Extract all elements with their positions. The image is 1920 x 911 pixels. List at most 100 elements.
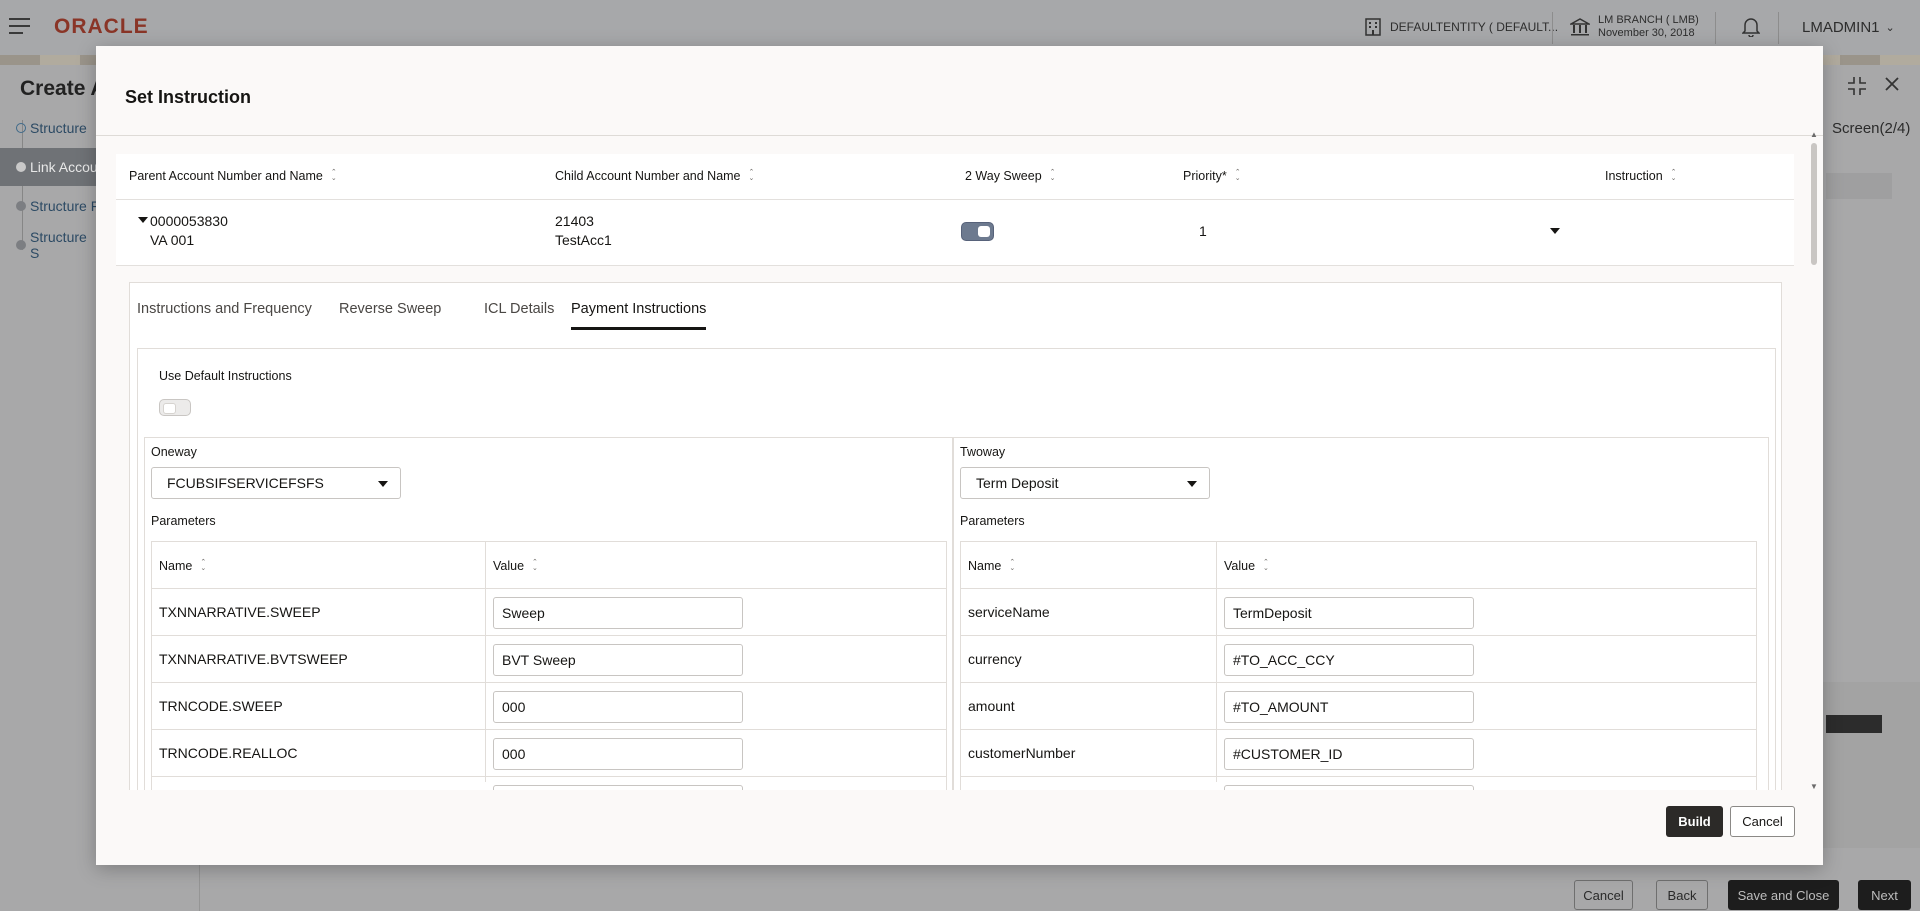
sort-icon[interactable]: ⌃ ⌄ [1009, 559, 1015, 572]
table-row: TXNNARRATIVE.BVTSWEEP BVT Sweep [152, 636, 946, 683]
param-value-input[interactable]: #TO_AMOUNT [1224, 691, 1474, 723]
param-value-input[interactable]: 000 [493, 691, 743, 723]
param-name: amount [968, 698, 1015, 714]
sort-icon[interactable]: ⌃ ⌄ [1671, 169, 1677, 182]
scroll-down-icon[interactable]: ▼ [1810, 782, 1818, 791]
table-row: TRNCODE.REALLOC 000 [152, 730, 946, 777]
build-button[interactable]: Build [1666, 806, 1723, 837]
oneway-parameters-label: Parameters [151, 514, 216, 528]
user-name: LMADMIN1 [1802, 19, 1880, 36]
tab-bar: Instructions and Frequency Reverse Sweep… [130, 283, 1783, 337]
column-header-two-way-sweep[interactable]: 2 Way Sweep ⌃ ⌄ [965, 169, 1056, 183]
next-button[interactable]: Next [1858, 880, 1911, 910]
screen-indicator: Screen(2/4) [1832, 120, 1911, 137]
current-step-dot [16, 162, 26, 172]
bank-icon [1570, 18, 1590, 36]
building-icon [1365, 18, 1381, 36]
table-row: currency #TO_ACC_CCY [961, 636, 1756, 683]
grid-header: Parent Account Number and Name ⌃ ⌄ Child A… [116, 154, 1794, 200]
column-header-parent[interactable]: Parent Account Number and Name ⌃ ⌄ [129, 169, 337, 183]
param-value-input[interactable]: 000 [493, 738, 743, 770]
nav-item-structure-s[interactable]: Structure S [0, 226, 100, 264]
dialog-scrollbar[interactable]: ▲ ▼ [1809, 126, 1819, 796]
step-dot [16, 240, 26, 250]
nav-item-link-account[interactable]: Link Accou [0, 148, 100, 186]
oneway-select[interactable]: FCUBSIFSERVICEFSFS [151, 467, 401, 499]
param-value-input[interactable]: TermDeposit [1224, 597, 1474, 629]
table-row: amount #TO_AMOUNT [961, 683, 1756, 730]
tab-payment-instructions[interactable]: Payment Instructions [571, 301, 707, 330]
param-value-input[interactable]: Sweep [493, 597, 743, 629]
table-row [152, 777, 946, 790]
check-circle-icon [16, 123, 26, 133]
sort-icon[interactable]: ⌃ ⌄ [532, 559, 538, 572]
collapse-icon[interactable] [1847, 76, 1867, 96]
table-header: Name ⌃ ⌄ Value ⌃ ⌄ [961, 542, 1756, 589]
column-header-child[interactable]: Child Account Number and Name ⌃ ⌄ [555, 169, 754, 183]
branch-selector[interactable]: LM BRANCH ( LMB) November 30, 2018 [1570, 14, 1699, 40]
sort-icon[interactable]: ⌃ ⌄ [1235, 169, 1241, 182]
scroll-up-icon[interactable]: ▲ [1810, 130, 1818, 139]
menu-icon[interactable] [9, 18, 30, 34]
payment-instructions-content: Use Default Instructions Oneway FCUBSIFS… [137, 348, 1776, 790]
cancel-button[interactable]: Cancel [1730, 806, 1795, 837]
param-value-input[interactable] [1224, 785, 1474, 790]
nav-item-structure-f[interactable]: Structure F [0, 187, 100, 225]
dialog-footer: Build Cancel [96, 798, 1823, 865]
param-name: TXNNARRATIVE.BVTSWEEP [159, 651, 348, 667]
entity-selector[interactable]: DEFAULTENTITY ( DEFAULT... [1365, 18, 1558, 36]
priority-dropdown-icon[interactable] [1550, 228, 1560, 234]
param-value-input[interactable]: #TO_ACC_CCY [1224, 644, 1474, 676]
dialog-header: Set Instruction [96, 46, 1823, 136]
tab-icl-details[interactable]: ICL Details [484, 301, 554, 327]
save-and-close-button[interactable]: Save and Close [1728, 880, 1839, 910]
param-value-input[interactable]: #CUSTOMER_ID [1224, 738, 1474, 770]
nav-item-structure[interactable]: Structure [0, 109, 100, 147]
oracle-logo: ORACLE [54, 15, 149, 38]
set-instruction-dialog: Set Instruction ▲ ▼ Parent Account Numbe… [96, 46, 1823, 865]
back-button[interactable]: Back [1656, 880, 1708, 910]
twoway-select[interactable]: Term Deposit [960, 467, 1210, 499]
use-default-label: Use Default Instructions [159, 369, 292, 383]
sort-icon[interactable]: ⌃ ⌄ [1050, 169, 1056, 182]
divider [1715, 12, 1716, 44]
chevron-down-icon [1187, 481, 1197, 487]
sort-icon[interactable]: ⌃ ⌄ [331, 169, 337, 182]
sort-icon[interactable]: ⌃ ⌄ [200, 559, 206, 572]
column-header-name[interactable]: Name ⌃ ⌄ [159, 559, 206, 573]
table-row: serviceName TermDeposit [961, 589, 1756, 636]
sort-icon[interactable]: ⌃ ⌄ [1263, 559, 1269, 572]
column-header-instruction[interactable]: Instruction ⌃ ⌄ [1605, 169, 1677, 183]
twoway-label: Twoway [960, 445, 1006, 459]
twoway-section: Twoway Term Deposit Parameters Name ⌃ ⌄ Va… [953, 437, 1769, 790]
column-header-value[interactable]: Value ⌃ ⌄ [493, 559, 538, 573]
column-header-value[interactable]: Value ⌃ ⌄ [1224, 559, 1269, 573]
sort-icon[interactable]: ⌃ ⌄ [749, 169, 755, 182]
tab-instructions-and-frequency[interactable]: Instructions and Frequency [137, 301, 312, 327]
close-icon[interactable] [1884, 76, 1900, 92]
divider [1552, 12, 1553, 44]
param-name: currency [968, 651, 1022, 667]
param-value-input[interactable] [493, 785, 743, 790]
oneway-section: Oneway FCUBSIFSERVICEFSFS Parameters Nam… [144, 437, 953, 790]
table-row: customerNumber #CUSTOMER_ID [961, 730, 1756, 777]
twoway-parameters-label: Parameters [960, 514, 1025, 528]
oneway-label: Oneway [151, 445, 197, 459]
use-default-toggle[interactable] [159, 399, 191, 416]
two-way-sweep-toggle[interactable] [961, 222, 994, 241]
branch-date: November 30, 2018 [1598, 27, 1695, 39]
cancel-button[interactable]: Cancel [1574, 880, 1633, 910]
bell-icon[interactable] [1741, 17, 1761, 42]
table-row: TRNCODE.SWEEP 000 [152, 683, 946, 730]
scroll-thumb[interactable] [1811, 143, 1817, 265]
tab-reverse-sweep[interactable]: Reverse Sweep [339, 301, 441, 327]
param-value-input[interactable]: BVT Sweep [493, 644, 743, 676]
user-menu[interactable]: LMADMIN1 ⌄ [1802, 19, 1895, 36]
expand-icon[interactable] [138, 217, 148, 223]
dialog-body: Parent Account Number and Name ⌃ ⌄ Child A… [116, 154, 1794, 790]
param-name: TRNCODE.SWEEP [159, 698, 283, 714]
column-header-priority[interactable]: Priority* ⌃ ⌄ [1183, 169, 1241, 183]
column-header-name[interactable]: Name ⌃ ⌄ [968, 559, 1015, 573]
priority-value[interactable]: 1 [1199, 222, 1207, 241]
table-row[interactable]: 0000053830 VA 001 21403 TestAcc1 1 [116, 200, 1794, 266]
